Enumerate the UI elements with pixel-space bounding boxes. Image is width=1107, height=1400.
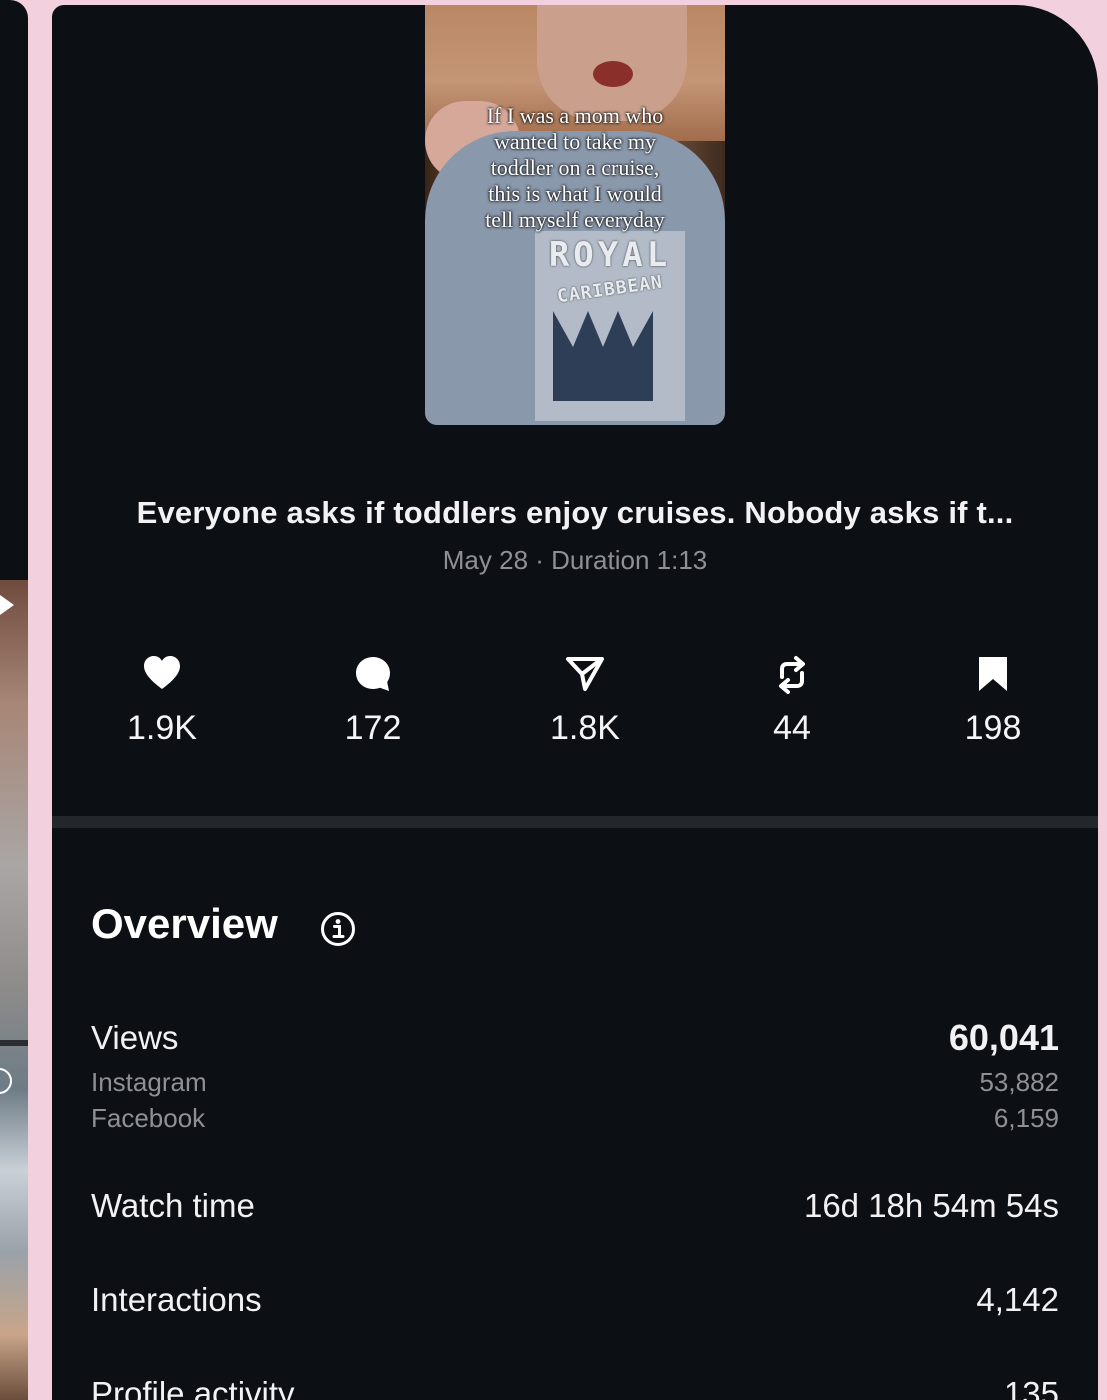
share-icon [566, 657, 604, 691]
video-thumbnail[interactable]: ROYAL CARIBBEAN If I was a mom who wante… [425, 5, 725, 425]
saves-stat: 198 [923, 655, 1063, 748]
views-value: 60,041 [948, 1017, 1059, 1058]
shirt-brand-top: ROYAL [548, 235, 672, 275]
likes-stat: 1.9K [92, 655, 232, 748]
watch-time-value: 16d 18h 54m 54s [803, 1187, 1059, 1224]
reposts-stat: 44 [722, 655, 862, 748]
reposts-count: 44 [773, 709, 811, 747]
section-divider [52, 816, 1098, 828]
instagram-views-label: Instagram [91, 1067, 207, 1097]
post-insights-card: ROYAL CARIBBEAN If I was a mom who wante… [52, 5, 1098, 1400]
overview-heading: Overview [91, 900, 278, 947]
saves-count: 198 [964, 709, 1022, 747]
info-icon[interactable] [320, 911, 356, 947]
previous-card-divider [0, 1040, 28, 1046]
interactions-value: 4,142 [976, 1281, 1059, 1318]
interactions-label: Interactions [91, 1281, 262, 1318]
likes-count: 1.9K [127, 709, 197, 747]
profile-activity-value: 135 [1003, 1375, 1059, 1400]
profile-activity-label: Profile activity [91, 1375, 295, 1400]
engagement-stats: 1.9K 172 1.8K 44 198 [52, 655, 1098, 765]
instagram-views-value: 53,882 [979, 1067, 1059, 1097]
previous-post-thumbnail[interactable] [0, 580, 28, 1400]
repost-icon [779, 656, 805, 694]
post-meta: May 28 · Duration 1:13 [442, 545, 708, 575]
previous-post-card[interactable] [0, 0, 28, 1400]
bookmark-icon [979, 657, 1007, 691]
views-label: Views [91, 1019, 179, 1056]
shares-count: 1.8K [550, 709, 620, 747]
comments-count: 172 [344, 709, 402, 747]
play-icon [0, 595, 14, 615]
watch-time-label: Watch time [91, 1187, 255, 1224]
heart-icon [144, 656, 180, 689]
comment-icon [356, 657, 390, 691]
shares-stat: 1.8K [515, 655, 655, 748]
facebook-views-value: 6,159 [993, 1103, 1059, 1133]
post-title: Everyone asks if toddlers enjoy cruises.… [136, 495, 1014, 530]
facebook-views-label: Facebook [91, 1103, 206, 1133]
thumbnail-mouth [593, 61, 633, 87]
comments-stat: 172 [303, 655, 443, 748]
thumbnail-caption: If I was a mom who wanted to take my tod… [485, 103, 665, 232]
